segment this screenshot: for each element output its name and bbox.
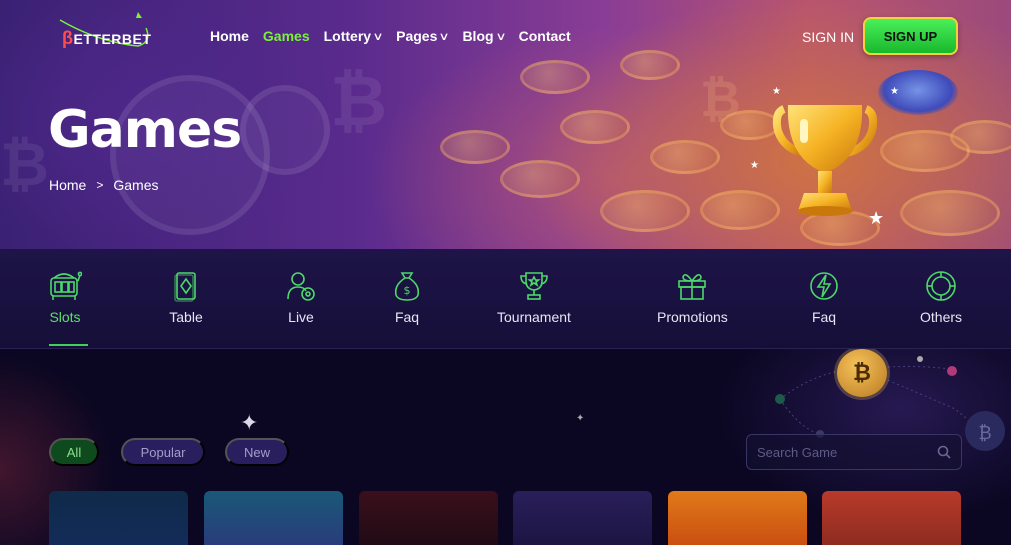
brand-logo[interactable]: βETTERBET: [62, 28, 151, 49]
decor-coin: [950, 120, 1011, 154]
decor-coin: [560, 110, 630, 144]
card-diamond-icon: [174, 272, 196, 302]
category-label: Tournament: [497, 309, 571, 325]
breadcrumb: Home > Games: [49, 177, 159, 193]
chevron-down-icon: ∨: [494, 30, 507, 43]
star-icon: ★: [772, 86, 781, 97]
live-dealer-icon: [287, 272, 315, 301]
decor-coin: [650, 140, 720, 174]
filter-new-button[interactable]: New: [225, 438, 289, 466]
game-card[interactable]: [359, 491, 498, 545]
filter-all-button[interactable]: All: [49, 438, 99, 466]
star-icon: ★: [750, 160, 759, 171]
category-label: Table: [169, 309, 203, 325]
decor-coin: [500, 160, 580, 198]
category-label: Slots: [49, 309, 81, 325]
game-card[interactable]: [513, 491, 652, 545]
category-promotions[interactable]: Promotions: [657, 269, 728, 325]
active-tab-indicator: [49, 344, 88, 346]
chevron-right-icon: >: [96, 178, 104, 192]
svg-text:₿: ₿: [978, 423, 991, 444]
nav-label: Pages: [396, 28, 438, 44]
nav-blog[interactable]: Blog ∨: [462, 28, 507, 44]
category-label: Faq: [811, 309, 837, 325]
search-input[interactable]: [757, 444, 937, 460]
category-slots[interactable]: Slots: [48, 269, 82, 325]
nav-home[interactable]: Home: [210, 28, 249, 44]
nav-label: Blog: [462, 28, 494, 44]
category-tournament[interactable]: Tournament: [497, 269, 571, 325]
sparkle-icon: ✦: [240, 411, 259, 436]
category-label: Others: [920, 309, 963, 325]
svg-text:$: $: [404, 284, 411, 297]
gift-icon: [678, 273, 707, 300]
nav-label: Home: [210, 28, 249, 44]
game-card[interactable]: [49, 491, 188, 545]
nav-pages[interactable]: Pages ∨: [396, 28, 451, 44]
sparkle-icon: ✦: [576, 413, 585, 424]
slot-machine-icon: [50, 271, 82, 300]
chip-icon: [926, 271, 956, 301]
hero-banner: ₿ ₿ ₿ ★ ★ ★ ★ βETTERBET Home Games Lotte…: [0, 0, 1011, 249]
decor-coin: [900, 190, 1000, 236]
sign-in-link[interactable]: SIGN IN: [802, 29, 854, 45]
breadcrumb-current: Games: [113, 177, 159, 193]
chevron-down-icon: ∨: [372, 30, 384, 43]
category-live[interactable]: Live: [284, 269, 318, 325]
nav-label: Contact: [518, 28, 571, 44]
star-icon: ★: [868, 208, 885, 229]
category-bar: Slots Table Live $ Faq Tournament Promot…: [0, 249, 1011, 349]
category-others[interactable]: Others: [920, 269, 962, 325]
bitcoin-icon: ₿: [330, 60, 388, 142]
bitcoin-icon: ₿: [0, 130, 49, 200]
logo-initial: β: [62, 28, 74, 48]
games-section: ₿ ₿ ✦ ✦ All Popular New: [0, 349, 1011, 545]
category-label: Promotions: [657, 309, 728, 325]
money-bag-icon: $: [394, 272, 420, 301]
nav-games[interactable]: Games: [263, 28, 310, 44]
game-card[interactable]: [668, 491, 807, 545]
nav-label: Lottery: [323, 28, 372, 44]
decor-coin: [440, 130, 510, 164]
sign-up-button[interactable]: SIGN UP: [863, 17, 958, 55]
category-faq-2[interactable]: Faq: [807, 269, 841, 325]
search-box: [746, 434, 962, 470]
decor-coin: [240, 85, 330, 175]
chevron-down-icon: ∨: [438, 30, 451, 43]
decor-coin: [620, 50, 680, 80]
search-icon[interactable]: [937, 445, 951, 459]
bitcoin-coin-icon: ₿: [837, 349, 887, 397]
page-title: Games: [48, 100, 242, 160]
nav-lottery[interactable]: Lottery ∨: [323, 28, 384, 44]
decor-coin: [700, 190, 780, 230]
nav-label: Games: [262, 28, 310, 44]
game-card[interactable]: [822, 491, 961, 545]
category-faq[interactable]: $ Faq: [390, 269, 424, 325]
main-nav: Home Games Lottery ∨ Pages ∨ Blog ∨ Contact: [210, 28, 571, 44]
trophy-icon: [772, 105, 878, 216]
lightning-icon: [810, 272, 838, 300]
nav-contact[interactable]: Contact: [519, 28, 571, 44]
game-card[interactable]: [204, 491, 343, 545]
category-label: Faq: [394, 309, 420, 325]
category-table[interactable]: Table: [169, 269, 203, 325]
trophy-icon: [520, 272, 548, 300]
decor-coin: [600, 190, 690, 232]
filter-popular-button[interactable]: Popular: [121, 438, 205, 466]
star-icon: ★: [890, 86, 899, 97]
category-label: Live: [288, 309, 314, 325]
logo-text: ETTERBET: [73, 31, 152, 47]
breadcrumb-home[interactable]: Home: [49, 177, 86, 193]
decor-coin: [520, 60, 590, 94]
